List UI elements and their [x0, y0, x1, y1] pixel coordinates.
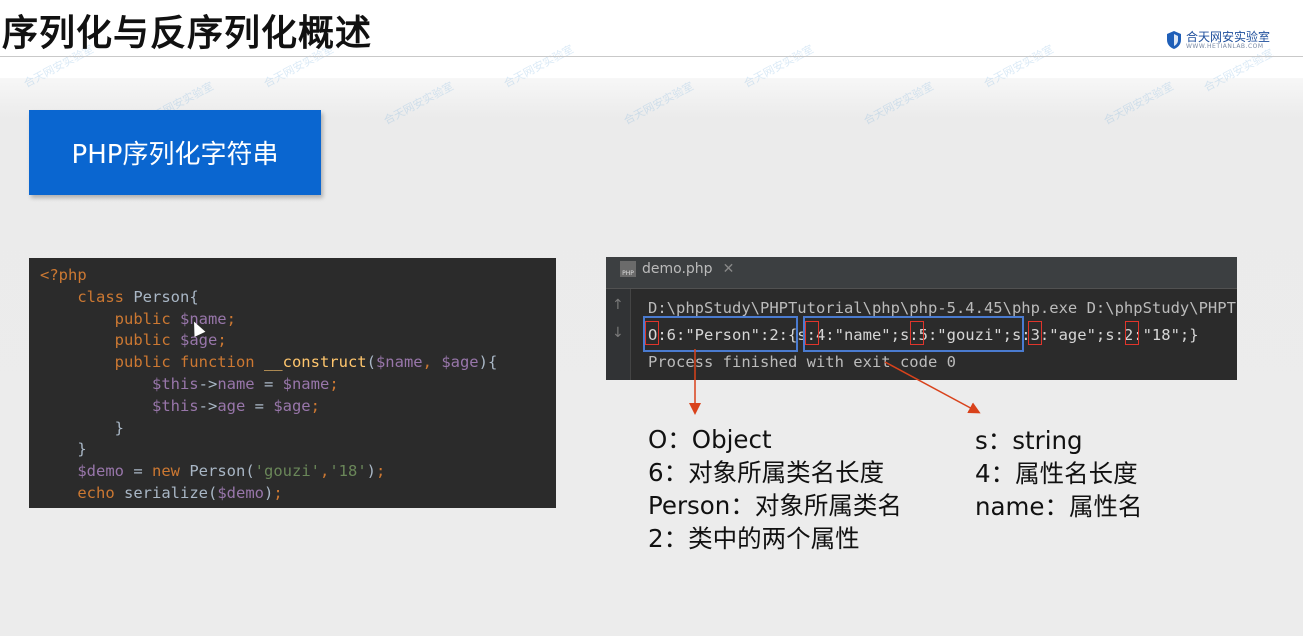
explain-property-name-length: 4：属性名长度	[975, 459, 1138, 488]
explain-class-name-length: 6：对象所属类名长度	[648, 458, 885, 487]
explain-property-name: name：属性名	[975, 492, 1143, 521]
arrow-to-string-legend	[884, 361, 981, 414]
explain-class-name: Person：对象所属类名	[648, 491, 902, 520]
explain-object: O：Object	[648, 425, 772, 454]
object-explanation: O：Object 6：对象所属类名长度 Person：对象所属类名 2：类中的两…	[648, 423, 902, 555]
explain-property-count: 2：类中的两个属性	[648, 524, 860, 553]
string-explanation: s：string 4：属性名长度 name：属性名	[975, 424, 1142, 523]
explain-string: s：string	[975, 426, 1083, 455]
